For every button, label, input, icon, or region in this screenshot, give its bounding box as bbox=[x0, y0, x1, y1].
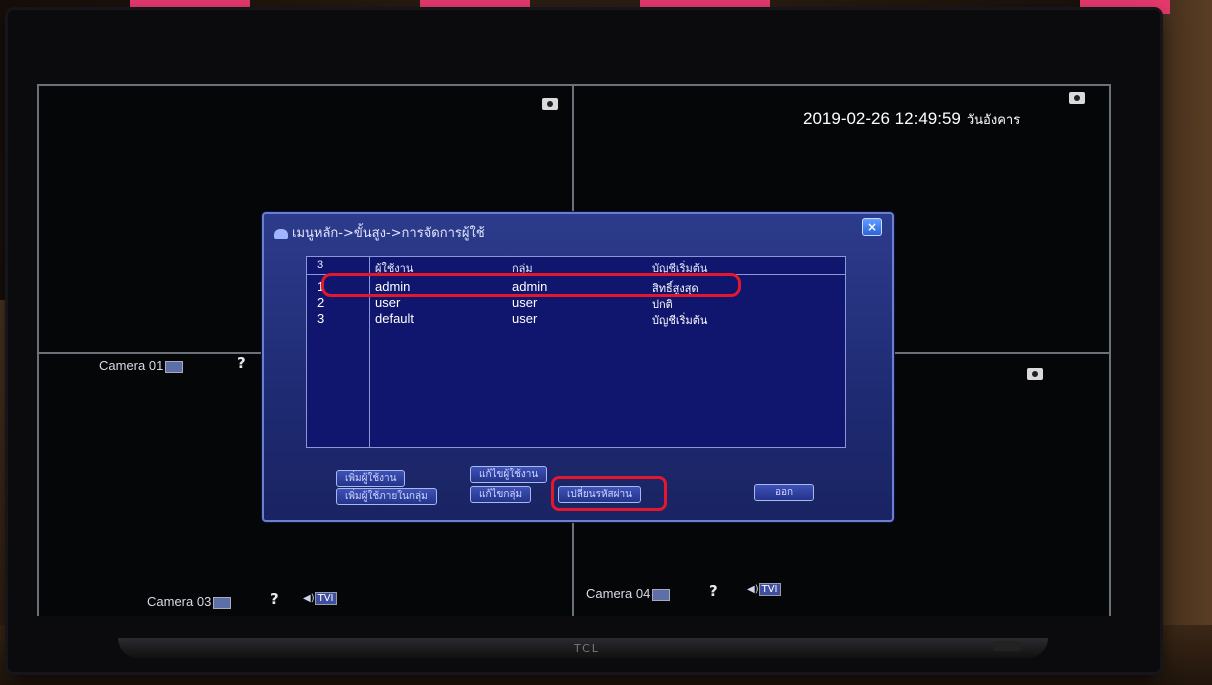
camera-label-04: Camera 04 bbox=[586, 586, 671, 601]
tvi-signal-icon: ◀) TVI bbox=[747, 583, 781, 596]
record-icon bbox=[213, 596, 232, 609]
add-group-user-button[interactable]: เพิ่มผู้ใช้ภายในกลุ่ม bbox=[336, 488, 437, 505]
help-icon[interactable]: ? bbox=[709, 582, 718, 600]
row-group: user bbox=[512, 311, 538, 326]
tv-power-indicator bbox=[993, 641, 1021, 651]
tvi-signal-icon: ◀) TVI bbox=[303, 592, 337, 605]
row-number: 2 bbox=[317, 295, 325, 310]
highlight-change-password bbox=[551, 476, 667, 511]
table-row[interactable]: 3 default user บัญชีเริ่มต้น bbox=[307, 311, 845, 327]
grid-border-top bbox=[37, 84, 1111, 86]
grid-border-left bbox=[37, 84, 39, 616]
record-icon bbox=[652, 588, 671, 601]
camera-04-name: Camera 04 bbox=[586, 586, 651, 601]
highlight-admin-row bbox=[321, 273, 741, 297]
tvi-badge: TVI bbox=[314, 592, 337, 605]
tv-brand-logo: TCL bbox=[574, 642, 600, 655]
row-number: 3 bbox=[317, 311, 325, 326]
menu-icon bbox=[274, 228, 288, 239]
datetime-display: 2019-02-26 12:49:59 วันอังคาร bbox=[803, 109, 1020, 130]
help-icon[interactable]: ? bbox=[270, 590, 279, 608]
row-account: บัญชีเริ่มต้น bbox=[652, 315, 708, 327]
dialog-title: เมนูหลัก->ขั้นสูง->การจัดการผู้ใช้ bbox=[274, 222, 485, 243]
camera-01-name: Camera 01 bbox=[99, 358, 164, 373]
record-icon bbox=[165, 360, 184, 373]
exit-button[interactable]: ออก bbox=[754, 484, 815, 501]
camera-label-03: Camera 03 bbox=[147, 594, 232, 609]
row-group: user bbox=[512, 295, 538, 310]
camera-03-name: Camera 03 bbox=[147, 594, 212, 609]
dialog-title-text: เมนูหลัก->ขั้นสูง->การจัดการผู้ใช้ bbox=[292, 226, 485, 241]
add-user-button[interactable]: เพิ่มผู้ใช้งาน bbox=[336, 470, 406, 487]
close-icon[interactable]: × bbox=[862, 218, 882, 236]
row-user: default bbox=[375, 311, 415, 326]
edit-group-button[interactable]: แก้ไขกลุ่ม bbox=[470, 486, 532, 503]
row-user: user bbox=[375, 295, 401, 310]
help-icon[interactable]: ? bbox=[237, 354, 246, 372]
snapshot-camera-icon[interactable] bbox=[542, 98, 558, 110]
edit-user-button[interactable]: แก้ไขผู้ใช้งาน bbox=[470, 466, 548, 483]
datetime-text: 2019-02-26 12:49:59 bbox=[803, 109, 961, 128]
grid-border-right bbox=[1109, 84, 1111, 616]
header-count: 3 bbox=[317, 259, 324, 271]
tvi-badge: TVI bbox=[758, 583, 781, 596]
camera-label-01: Camera 01 bbox=[99, 358, 184, 373]
snapshot-camera-icon[interactable] bbox=[1069, 92, 1085, 104]
table-row[interactable]: 2 user user ปกติ bbox=[307, 295, 845, 311]
datetime-day: วันอังคาร bbox=[966, 112, 1021, 127]
snapshot-camera-icon[interactable] bbox=[1027, 368, 1043, 380]
